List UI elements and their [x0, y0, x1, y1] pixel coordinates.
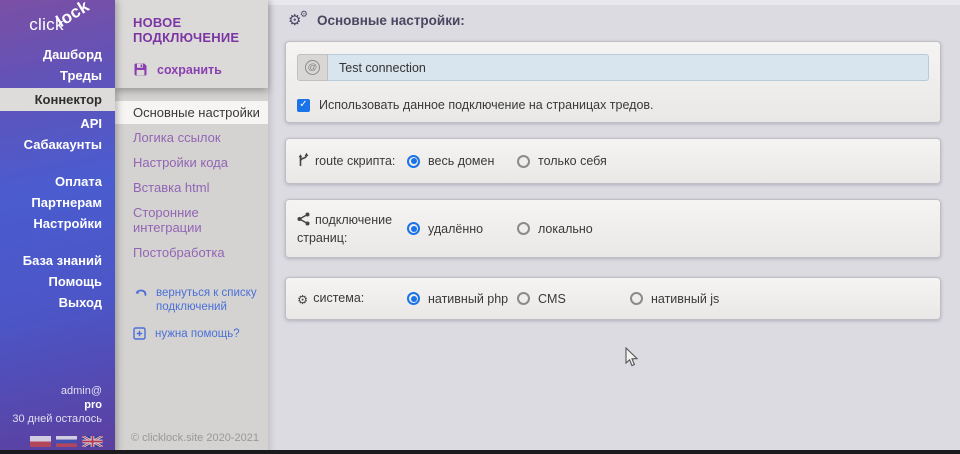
radio-unselected-icon	[517, 222, 530, 235]
mouse-cursor-icon	[623, 347, 639, 368]
menu-item-postprocessing[interactable]: Постобработка	[115, 241, 268, 264]
sidebar-item-payment[interactable]: Оплата	[0, 171, 115, 192]
primary-sidebar: clicklock Дашборд Треды Коннектор API Са…	[0, 0, 115, 454]
menu-item-integrations[interactable]: Сторонние интеграции	[115, 201, 268, 239]
flag-russia-icon[interactable]	[56, 436, 77, 447]
need-help-link[interactable]: нужна помощь?	[133, 327, 268, 341]
account-email: admin@	[12, 384, 102, 398]
menu-item-code-settings[interactable]: Настройки кода	[115, 151, 268, 174]
language-switcher	[30, 436, 103, 447]
input-prefix: @	[297, 54, 328, 81]
menu-item-link-logic[interactable]: Логика ссылок	[115, 126, 268, 149]
route-script-options: весь домен только себя	[407, 154, 627, 168]
settings-menu: Основные настройки Логика ссылок Настрой…	[115, 101, 268, 264]
connection-panel: НОВОЕ ПОДКЛЮЧЕНИЕ сохранить Основные нас…	[115, 0, 268, 454]
sidebar-item-api[interactable]: API	[0, 113, 115, 134]
sidebar-item-partners[interactable]: Партнерам	[0, 192, 115, 213]
gears-icon: ⚙⚙	[288, 12, 308, 29]
use-on-threads-row: ✓ Использовать данное подключение на стр…	[297, 98, 929, 112]
back-to-list-link[interactable]: вернуться к списку подключений	[133, 286, 268, 314]
account-plan: pro	[12, 398, 102, 412]
sidebar-item-connector[interactable]: Коннектор	[0, 88, 115, 111]
connection-name-group: @	[297, 54, 929, 81]
account-info: admin@ pro 30 дней осталось	[12, 384, 102, 426]
sidebar-item-help[interactable]: Помощь	[0, 271, 115, 292]
save-button[interactable]: сохранить	[133, 62, 258, 77]
radio-selected-icon	[407, 155, 420, 168]
radio-whole-domain[interactable]: весь домен	[407, 154, 517, 168]
radio-cms-label: CMS	[538, 292, 566, 306]
radio-selected-icon	[407, 292, 420, 305]
top-highlight	[268, 0, 960, 5]
undo-arrow-icon	[133, 286, 147, 298]
radio-unselected-icon	[630, 292, 643, 305]
system-options: нативный php CMS нативный js	[407, 292, 740, 306]
system-label: ⚙система:	[297, 290, 407, 308]
route-script-label: route скрипта:	[297, 152, 407, 171]
route-icon	[297, 152, 310, 171]
gear-icon: ⚙	[297, 292, 308, 308]
sidebar-item-knowledge-base[interactable]: База знаний	[0, 250, 115, 271]
menu-item-main-settings[interactable]: Основные настройки	[115, 101, 268, 124]
use-on-threads-label: Использовать данное подключение на стран…	[319, 98, 654, 112]
page-connection-label: подключение страниц:	[297, 212, 407, 246]
radio-only-self-label: только себя	[538, 154, 607, 168]
panel-links: вернуться к списку подключений нужна пом…	[115, 286, 268, 341]
section-title: Основные настройки:	[317, 13, 465, 28]
copyright-text: © clicklock.site 2020-2021	[131, 432, 259, 444]
menu-item-html-insert[interactable]: Вставка html	[115, 176, 268, 199]
panel-title: НОВОЕ ПОДКЛЮЧЕНИЕ	[133, 15, 258, 45]
use-on-threads-checkbox[interactable]: ✓	[297, 99, 310, 112]
help-plus-icon	[133, 327, 146, 340]
sidebar-item-logout[interactable]: Выход	[0, 292, 115, 313]
at-icon: @	[305, 60, 320, 75]
sidebar-item-dashboard[interactable]: Дашборд	[0, 44, 115, 65]
flag-uk-icon[interactable]	[82, 436, 103, 447]
save-icon	[133, 62, 148, 77]
nav-spacer	[0, 234, 115, 250]
radio-remote-label: удалённо	[428, 222, 483, 236]
sidebar-nav: Дашборд Треды Коннектор API Сабакаунты О…	[0, 44, 115, 313]
connection-name-card: @ ✓ Использовать данное подключение на с…	[285, 41, 941, 123]
radio-native-js[interactable]: нативный js	[630, 292, 740, 306]
sidebar-item-subaccounts[interactable]: Сабакаунты	[0, 134, 115, 155]
screen-bottom-edge	[0, 450, 960, 454]
back-to-list-label: вернуться к списку подключений	[156, 286, 261, 314]
radio-cms[interactable]: CMS	[517, 292, 630, 306]
radio-whole-domain-label: весь домен	[428, 154, 494, 168]
radio-native-php[interactable]: нативный php	[407, 292, 517, 306]
flag-poland-icon[interactable]	[30, 436, 51, 447]
radio-unselected-icon	[517, 155, 530, 168]
sidebar-item-threads[interactable]: Треды	[0, 65, 115, 86]
radio-local-label: локально	[538, 222, 593, 236]
radio-native-js-label: нативный js	[651, 292, 719, 306]
panel-header: НОВОЕ ПОДКЛЮЧЕНИЕ сохранить	[115, 0, 268, 88]
save-button-label: сохранить	[157, 63, 222, 77]
page-connection-card: подключение страниц: удалённо локально	[285, 199, 941, 258]
nav-spacer	[0, 155, 115, 171]
main-content: ⚙⚙ Основные настройки: @ ✓ Использовать …	[268, 0, 960, 454]
app-logo: clicklock	[0, 0, 115, 40]
sidebar-item-settings[interactable]: Настройки	[0, 213, 115, 234]
radio-only-self[interactable]: только себя	[517, 154, 627, 168]
radio-local[interactable]: локально	[517, 222, 627, 236]
radio-unselected-icon	[517, 292, 530, 305]
account-days-left: 30 дней осталось	[12, 412, 102, 426]
radio-selected-icon	[407, 222, 420, 235]
radio-remote[interactable]: удалённо	[407, 222, 517, 236]
page-connection-options: удалённо локально	[407, 222, 627, 236]
app-window: clicklock Дашборд Треды Коннектор API Са…	[0, 0, 960, 454]
radio-native-php-label: нативный php	[428, 292, 508, 306]
route-script-card: route скрипта: весь домен только себя	[285, 138, 941, 184]
need-help-label: нужна помощь?	[155, 327, 240, 341]
connection-name-input[interactable]	[328, 54, 929, 81]
share-icon	[297, 212, 310, 230]
system-card: ⚙система: нативный php CMS нативный js	[285, 277, 941, 320]
